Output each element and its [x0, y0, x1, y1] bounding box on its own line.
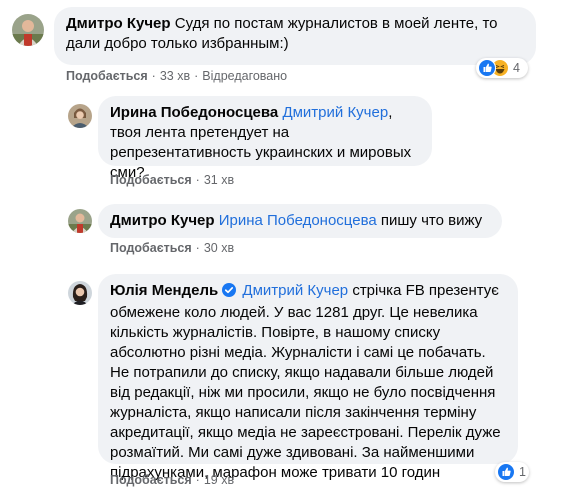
- comment-author[interactable]: Дмитро Кучер: [110, 212, 215, 229]
- comment-author[interactable]: Юлія Мендель: [110, 282, 218, 299]
- mention-link[interactable]: Дмитрий Кучер: [242, 282, 348, 299]
- reaction-count: 1: [519, 465, 526, 479]
- comment-text: пишу что вижу: [380, 212, 483, 229]
- verified-badge-icon: [222, 283, 237, 303]
- comment-actions: Подобається · 30 хв: [110, 241, 235, 255]
- like-link[interactable]: Подобається: [66, 69, 148, 83]
- comment-bubble: Дмитро Кучер Ирина Победоносцева пишу чт…: [98, 204, 502, 238]
- avatar-yuliia-mendel[interactable]: [68, 281, 92, 305]
- comment-author[interactable]: Ирина Победоносцева: [110, 104, 278, 121]
- timestamp[interactable]: 19 хв: [204, 473, 234, 487]
- like-reaction-icon: [478, 59, 496, 77]
- avatar-dmytro-kucher[interactable]: [12, 14, 44, 46]
- mention-link[interactable]: Ирина Победоносцева: [219, 212, 377, 229]
- like-link[interactable]: Подобається: [110, 241, 192, 255]
- timestamp[interactable]: 31 хв: [204, 173, 234, 187]
- like-reaction-icon: [497, 463, 515, 481]
- comment-bubble: Юлія Мендель Дмитрий Кучер стрічка FB пр…: [98, 274, 518, 481]
- avatar-dmytro-kucher[interactable]: [68, 209, 92, 233]
- reaction-count: 4: [513, 61, 520, 75]
- comment-author[interactable]: Дмитро Кучер: [66, 15, 171, 32]
- mention-link[interactable]: Дмитрий Кучер: [282, 104, 388, 121]
- edited-label[interactable]: Відредаговано: [202, 69, 287, 83]
- reaction-summary[interactable]: 1: [495, 462, 529, 482]
- like-link[interactable]: Подобається: [110, 173, 192, 187]
- comment-actions: Подобається · 31 хв: [110, 173, 235, 187]
- timestamp[interactable]: 30 хв: [204, 241, 234, 255]
- reaction-summary[interactable]: 4: [476, 58, 528, 78]
- comment-text: стрічка FB презентує обмежене коло людей…: [110, 282, 501, 481]
- comment-bubble: Ирина Победоносцева Дмитрий Кучер, твоя …: [98, 96, 432, 181]
- comment-actions: Подобається · 33 хв · Відредаговано: [66, 69, 288, 83]
- timestamp[interactable]: 33 хв: [160, 69, 190, 83]
- comment-actions: Подобається · 19 хв: [110, 473, 235, 487]
- like-link[interactable]: Подобається: [110, 473, 192, 487]
- comment-bubble: Дмитро Кучер Судя по постам журналистов …: [54, 7, 536, 65]
- avatar-iryna-pobedonostseva[interactable]: [68, 104, 92, 128]
